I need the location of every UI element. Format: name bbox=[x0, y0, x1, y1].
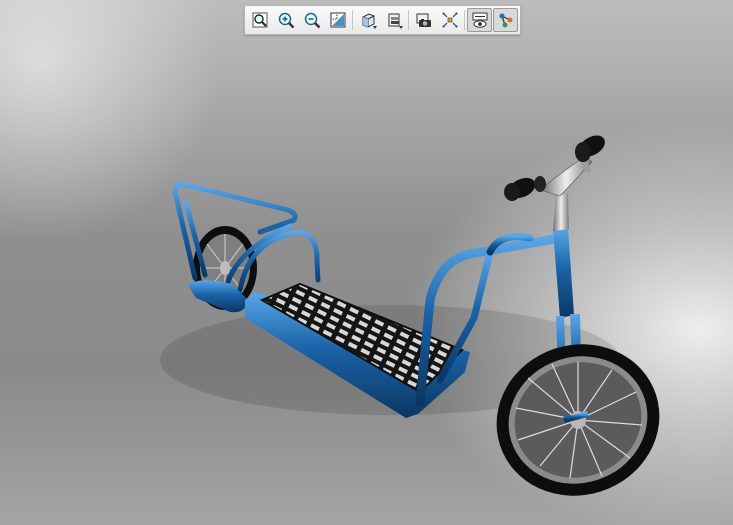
3d-viewport[interactable] bbox=[0, 0, 733, 525]
eye-tree-icon bbox=[472, 12, 487, 28]
zoom-fit-button[interactable] bbox=[247, 8, 272, 32]
zoom-out-icon bbox=[304, 12, 320, 29]
dropdown-arrow-icon bbox=[399, 26, 403, 29]
magnifier-page-icon bbox=[252, 12, 267, 28]
handlebar bbox=[504, 135, 605, 231]
toolbar-separator bbox=[408, 10, 409, 30]
snapshot-button[interactable] bbox=[411, 8, 436, 32]
scooter-model[interactable] bbox=[0, 0, 733, 525]
zoom-to-area-button[interactable] bbox=[325, 8, 350, 32]
grip-right bbox=[575, 135, 605, 162]
view-orientation-button[interactable] bbox=[355, 8, 380, 32]
dropdown-arrow-icon bbox=[373, 26, 377, 29]
display-style-button[interactable] bbox=[381, 8, 406, 32]
zoom-area-icon bbox=[330, 12, 345, 28]
rear-rack bbox=[172, 181, 321, 293]
grip-left bbox=[504, 176, 546, 201]
toolbar-separator bbox=[352, 10, 353, 30]
zoom-in-button[interactable] bbox=[273, 8, 298, 32]
zoom-in-icon bbox=[278, 12, 294, 29]
zoom-out-button[interactable] bbox=[299, 8, 324, 32]
tree-nodes-icon bbox=[499, 13, 512, 28]
show-hide-button[interactable] bbox=[467, 8, 492, 32]
assembly-tree-button[interactable] bbox=[493, 8, 518, 32]
explode-button[interactable] bbox=[437, 8, 462, 32]
toolbar-separator bbox=[464, 10, 465, 30]
view-toolbar bbox=[244, 5, 521, 35]
explode-icon bbox=[442, 12, 457, 28]
camera-icon bbox=[416, 13, 431, 27]
